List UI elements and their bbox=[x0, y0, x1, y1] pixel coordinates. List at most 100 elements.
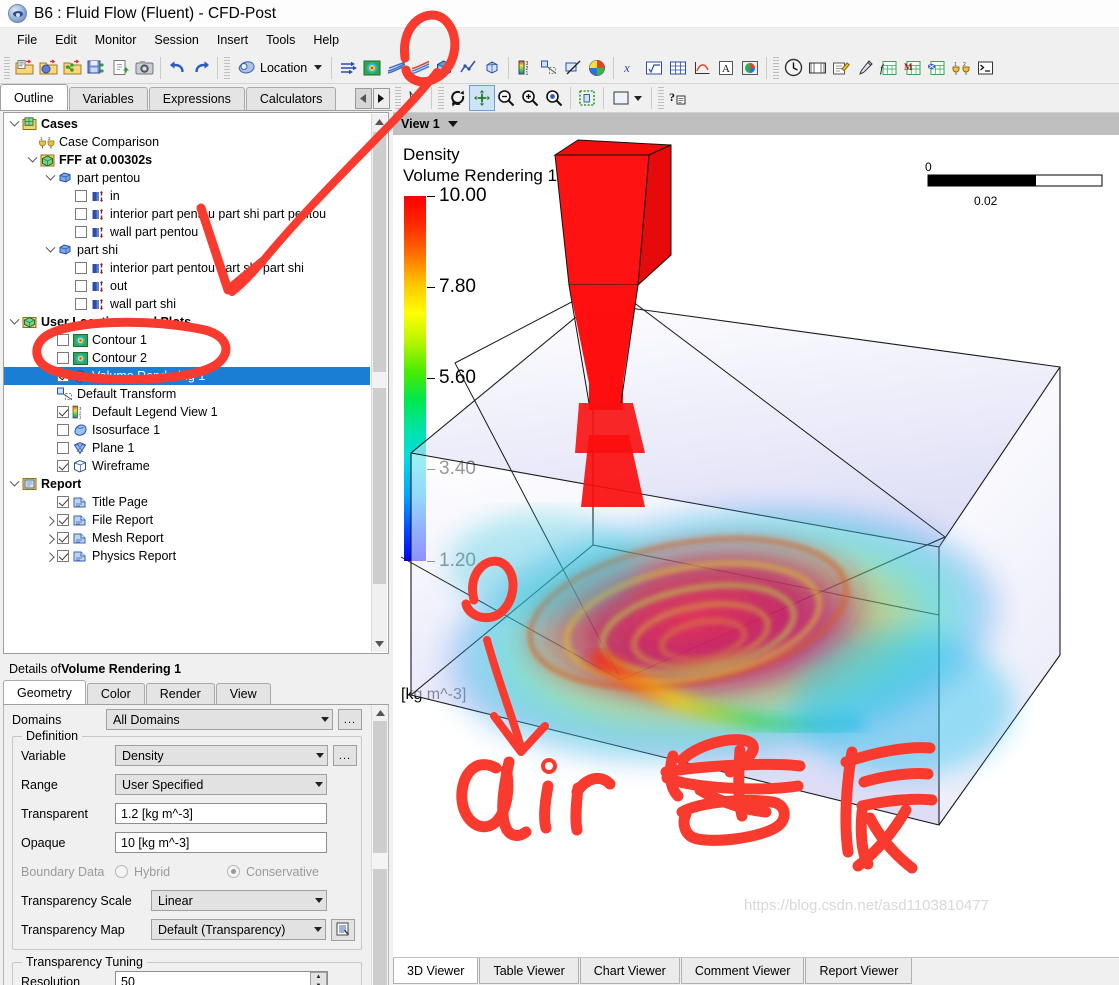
tree-item-out[interactable]: out bbox=[4, 277, 370, 295]
zoom-box-icon[interactable] bbox=[494, 86, 518, 110]
tree-item-default-transform[interactable]: Default Transform bbox=[4, 385, 370, 403]
tree-item-mesh-report[interactable]: Mesh Report bbox=[4, 529, 370, 547]
stepper-up-icon[interactable]: ▲ bbox=[311, 973, 326, 982]
viewer-toolbar-grip[interactable] bbox=[438, 87, 444, 109]
transparency-map-select[interactable]: Default (Transparency) bbox=[151, 919, 326, 940]
viewer-toolbar-grip[interactable] bbox=[658, 87, 664, 109]
instancing-transform-icon[interactable] bbox=[537, 56, 561, 80]
chevron-down-icon[interactable] bbox=[314, 65, 323, 70]
chevron-down-icon[interactable] bbox=[7, 116, 21, 131]
menu-tools[interactable]: Tools bbox=[257, 31, 304, 49]
chevron-down-icon[interactable] bbox=[7, 476, 21, 491]
tab-scroll-next-button[interactable] bbox=[373, 88, 390, 109]
resolution-stepper[interactable]: ▲ ▼ bbox=[310, 972, 327, 985]
tree-item-default-legend-view-1[interactable]: 3 2 1 Default Legend View 1 bbox=[4, 403, 370, 421]
chevron-down-icon[interactable] bbox=[634, 95, 642, 101]
chevron-right-icon[interactable] bbox=[43, 531, 57, 545]
transparency-scale-select[interactable]: Linear bbox=[151, 890, 327, 911]
visibility-checkbox[interactable] bbox=[57, 406, 69, 418]
menu-edit[interactable]: Edit bbox=[46, 31, 86, 49]
load-state-icon[interactable] bbox=[36, 56, 60, 80]
tab-expressions[interactable]: Expressions bbox=[148, 87, 245, 110]
chevron-down-icon[interactable] bbox=[25, 152, 39, 167]
pan-icon[interactable] bbox=[469, 85, 495, 111]
tab-render[interactable]: Render bbox=[145, 683, 215, 704]
tree-item-cases[interactable]: Cases bbox=[4, 115, 370, 133]
chevron-down-icon[interactable] bbox=[316, 753, 324, 758]
tree-item-in[interactable]: in bbox=[4, 187, 370, 205]
tree-item-wireframe[interactable]: Wireframe bbox=[4, 457, 370, 475]
color-map-icon[interactable] bbox=[585, 56, 609, 80]
tree-item-isosurface-1[interactable]: Isosurface 1 bbox=[4, 421, 370, 439]
tab-table-viewer[interactable]: Table Viewer bbox=[479, 958, 579, 984]
viewer-toolbar-grip[interactable] bbox=[395, 87, 401, 109]
variable-icon[interactable] bbox=[642, 56, 666, 80]
tree-scrollbar[interactable] bbox=[371, 114, 387, 652]
view-selector-bar[interactable]: View 1 bbox=[393, 113, 1119, 135]
domains-browse-button[interactable]: ... bbox=[338, 709, 362, 730]
toolbar-grip[interactable] bbox=[4, 56, 10, 79]
tree-item-part-shi[interactable]: part shi bbox=[4, 241, 370, 259]
tab-3d-viewer[interactable]: 3D Viewer bbox=[393, 958, 479, 984]
toolbar-grip[interactable] bbox=[773, 56, 780, 79]
hybrid-radio[interactable] bbox=[115, 865, 128, 878]
visibility-checkbox[interactable] bbox=[75, 190, 87, 202]
range-select[interactable]: User Specified bbox=[115, 774, 327, 795]
chevron-down-icon[interactable] bbox=[43, 170, 57, 185]
tree-item-wall-part-pentou[interactable]: wall part pentou bbox=[4, 223, 370, 241]
streamline-icon[interactable] bbox=[384, 56, 408, 80]
case-comparison-icon[interactable]: 12 bbox=[949, 56, 973, 80]
load-cases-icon[interactable] bbox=[60, 56, 84, 80]
hybrid-radio-option[interactable]: Hybrid bbox=[115, 865, 227, 879]
show-hide-icon[interactable] bbox=[575, 86, 599, 110]
chevron-down-icon[interactable] bbox=[7, 314, 21, 329]
conservative-radio-option[interactable]: Conservative bbox=[227, 865, 319, 879]
visibility-checkbox[interactable] bbox=[57, 550, 69, 562]
macro-calculator-icon[interactable]: M bbox=[901, 56, 925, 80]
tree-item-user-locations-and-plots[interactable]: User Locations and Plots bbox=[4, 313, 370, 331]
resolution-input[interactable]: 50 bbox=[115, 971, 328, 985]
polyline-icon[interactable] bbox=[456, 56, 480, 80]
tree-item-contour-1[interactable]: Contour 1 bbox=[4, 331, 370, 349]
function-calculator-icon[interactable]: f bbox=[877, 56, 901, 80]
visibility-checkbox[interactable] bbox=[57, 532, 69, 544]
select-pointer-icon[interactable] bbox=[403, 86, 427, 110]
chevron-right-icon[interactable] bbox=[43, 549, 57, 563]
domains-select[interactable]: All Domains bbox=[106, 709, 333, 730]
vector-icon[interactable] bbox=[336, 56, 360, 80]
scroll-up-icon[interactable] bbox=[372, 114, 387, 130]
visibility-checkbox[interactable] bbox=[57, 496, 69, 508]
snapshot-icon[interactable] bbox=[132, 56, 156, 80]
background-color-icon[interactable] bbox=[608, 86, 647, 110]
visibility-checkbox[interactable] bbox=[57, 370, 69, 382]
tab-variables[interactable]: Variables bbox=[68, 87, 148, 110]
menu-file[interactable]: File bbox=[8, 31, 46, 49]
tree-item-part-pentou[interactable]: part pentou bbox=[4, 169, 370, 187]
visibility-checkbox[interactable] bbox=[57, 334, 69, 346]
visibility-checkbox[interactable] bbox=[75, 208, 87, 220]
expression-icon[interactable]: x bbox=[618, 56, 642, 80]
chevron-down-icon[interactable] bbox=[321, 717, 329, 722]
chart-icon[interactable] bbox=[690, 56, 714, 80]
whats-this-icon[interactable]: ? bbox=[666, 86, 690, 110]
timestep-icon[interactable] bbox=[781, 56, 805, 80]
tree-item-interior-part-pentou-part-shi-part-shi[interactable]: interior part pentou part shi part shi bbox=[4, 259, 370, 277]
visibility-checkbox[interactable] bbox=[57, 460, 69, 472]
report-edit-icon[interactable] bbox=[829, 56, 853, 80]
menu-session[interactable]: Session bbox=[145, 31, 207, 49]
chevron-down-icon[interactable] bbox=[315, 898, 323, 903]
zoom-in-icon[interactable] bbox=[518, 86, 542, 110]
tree-item-fff-at-0-00302s[interactable]: FFF at 0.00302s bbox=[4, 151, 370, 169]
clip-plane-icon[interactable] bbox=[561, 56, 585, 80]
refresh-icon[interactable] bbox=[108, 56, 132, 80]
command-editor-icon[interactable] bbox=[973, 56, 997, 80]
figure-icon[interactable] bbox=[738, 56, 762, 80]
particle-track-icon[interactable] bbox=[408, 56, 432, 80]
text-icon[interactable]: A bbox=[714, 56, 738, 80]
animation-icon[interactable] bbox=[805, 56, 829, 80]
tree-item-interior-part-pentou-part-shi-part-pentou[interactable]: interior part pentou part shi part pento… bbox=[4, 205, 370, 223]
visibility-checkbox[interactable] bbox=[75, 280, 87, 292]
tree-item-case-comparison[interactable]: 1 2 Case Comparison bbox=[4, 133, 370, 151]
visibility-checkbox[interactable] bbox=[75, 298, 87, 310]
volume-rendering-icon[interactable] bbox=[432, 56, 456, 80]
